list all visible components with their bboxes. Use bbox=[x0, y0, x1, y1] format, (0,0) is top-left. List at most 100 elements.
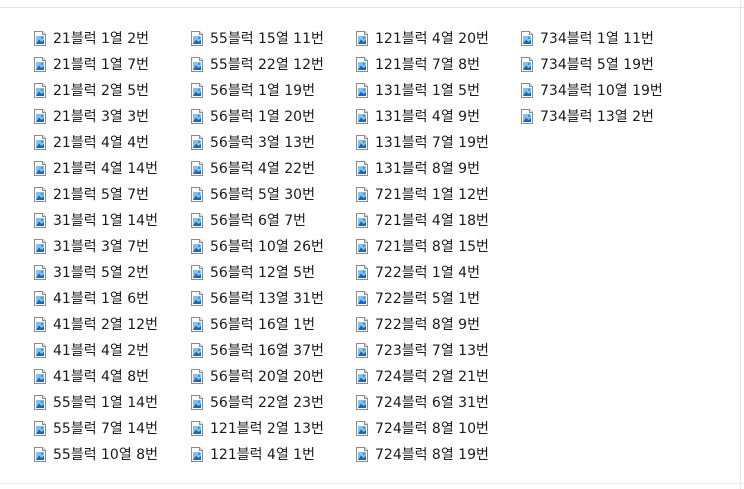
file-item[interactable]: 56블럭 3열 13번 bbox=[191, 129, 324, 155]
file-name: 724블럭 2열 21번 bbox=[375, 369, 489, 385]
file-item[interactable]: 31블럭 1열 14번 bbox=[34, 207, 158, 233]
file-list-view: 21블럭 1열 2번 21블럭 1열 7번 21블럭 2열 5번 21블럭 3열… bbox=[0, 0, 744, 489]
file-name: 56블럭 1열 19번 bbox=[210, 83, 315, 99]
file-item[interactable]: 734블럭 13열 2번 bbox=[521, 103, 663, 129]
file-name: 56블럭 1열 20번 bbox=[210, 109, 315, 125]
file-item[interactable]: 56블럭 4열 22번 bbox=[191, 155, 324, 181]
image-file-icon bbox=[191, 316, 203, 332]
image-file-icon bbox=[356, 212, 368, 228]
file-name: 131블럭 8열 9번 bbox=[375, 161, 480, 177]
file-name: 55블럭 1열 14번 bbox=[53, 395, 158, 411]
file-name: 131블럭 4열 9번 bbox=[375, 109, 480, 125]
file-item[interactable]: 724블럭 8열 10번 bbox=[356, 415, 489, 441]
file-name: 56블럭 16열 1번 bbox=[210, 317, 315, 333]
file-item[interactable]: 722블럭 8열 9번 bbox=[356, 311, 489, 337]
file-item[interactable]: 734블럭 10열 19번 bbox=[521, 77, 663, 103]
file-item[interactable]: 41블럭 1열 6번 bbox=[34, 285, 158, 311]
file-item[interactable]: 721블럭 4열 18번 bbox=[356, 207, 489, 233]
file-item[interactable]: 21블럭 5열 7번 bbox=[34, 181, 158, 207]
file-name: 56블럭 12열 5번 bbox=[210, 265, 315, 281]
file-name: 121블럭 7열 8번 bbox=[375, 57, 480, 73]
file-name: 56블럭 3열 13번 bbox=[210, 135, 315, 151]
file-item[interactable]: 21블럭 4열 4번 bbox=[34, 129, 158, 155]
image-file-icon bbox=[356, 316, 368, 332]
file-item[interactable]: 131블럭 4열 9번 bbox=[356, 103, 489, 129]
file-item[interactable]: 21블럭 3열 3번 bbox=[34, 103, 158, 129]
image-file-icon bbox=[34, 30, 46, 46]
file-item[interactable]: 56블럭 13열 31번 bbox=[191, 285, 324, 311]
file-item[interactable]: 55블럭 10열 8번 bbox=[34, 441, 158, 467]
file-name: 722블럭 1열 4번 bbox=[375, 265, 480, 281]
image-file-icon bbox=[356, 30, 368, 46]
file-name: 56블럭 20열 20번 bbox=[210, 369, 324, 385]
image-file-icon bbox=[191, 134, 203, 150]
file-name: 55블럭 7열 14번 bbox=[53, 421, 158, 437]
image-file-icon bbox=[191, 264, 203, 280]
image-file-icon bbox=[356, 108, 368, 124]
file-item[interactable]: 56블럭 22열 23번 bbox=[191, 389, 324, 415]
file-item[interactable]: 41블럭 4열 2번 bbox=[34, 337, 158, 363]
file-item[interactable]: 723블럭 7열 13번 bbox=[356, 337, 489, 363]
file-item[interactable]: 56블럭 16열 37번 bbox=[191, 337, 324, 363]
file-item[interactable]: 56블럭 12열 5번 bbox=[191, 259, 324, 285]
image-file-icon bbox=[356, 186, 368, 202]
file-item[interactable]: 31블럭 5열 2번 bbox=[34, 259, 158, 285]
image-file-icon bbox=[191, 160, 203, 176]
file-item[interactable]: 131블럭 8열 9번 bbox=[356, 155, 489, 181]
file-item[interactable]: 121블럭 7열 8번 bbox=[356, 51, 489, 77]
image-file-icon bbox=[356, 446, 368, 462]
image-file-icon bbox=[191, 82, 203, 98]
file-name: 31블럭 1열 14번 bbox=[53, 213, 158, 229]
file-item[interactable]: 724블럭 2열 21번 bbox=[356, 363, 489, 389]
file-name: 31블럭 5열 2번 bbox=[53, 265, 150, 281]
file-item[interactable]: 56블럭 1열 19번 bbox=[191, 77, 324, 103]
file-item[interactable]: 55블럭 15열 11번 bbox=[191, 25, 324, 51]
file-item[interactable]: 721블럭 1열 12번 bbox=[356, 181, 489, 207]
file-item[interactable]: 734블럭 5열 19번 bbox=[521, 51, 663, 77]
file-item[interactable]: 56블럭 6열 7번 bbox=[191, 207, 324, 233]
file-item[interactable]: 722블럭 1열 4번 bbox=[356, 259, 489, 285]
file-name: 21블럭 1열 7번 bbox=[53, 57, 150, 73]
image-file-icon bbox=[34, 238, 46, 254]
file-item[interactable]: 721블럭 8열 15번 bbox=[356, 233, 489, 259]
file-item[interactable]: 55블럭 1열 14번 bbox=[34, 389, 158, 415]
image-file-icon bbox=[521, 82, 533, 98]
file-item[interactable]: 131블럭 1열 5번 bbox=[356, 77, 489, 103]
file-name: 56블럭 4열 22번 bbox=[210, 161, 315, 177]
file-name: 722블럭 5열 1번 bbox=[375, 291, 480, 307]
image-file-icon bbox=[34, 186, 46, 202]
file-item[interactable]: 121블럭 2열 13번 bbox=[191, 415, 324, 441]
file-item[interactable]: 41블럭 4열 8번 bbox=[34, 363, 158, 389]
image-file-icon bbox=[34, 264, 46, 280]
file-item[interactable]: 56블럭 20열 20번 bbox=[191, 363, 324, 389]
file-item[interactable]: 21블럭 4열 14번 bbox=[34, 155, 158, 181]
file-item[interactable]: 734블럭 1열 11번 bbox=[521, 25, 663, 51]
file-name: 21블럭 1열 2번 bbox=[53, 31, 150, 47]
image-file-icon bbox=[356, 264, 368, 280]
file-name: 41블럭 4열 8번 bbox=[53, 369, 150, 385]
file-item[interactable]: 31블럭 3열 7번 bbox=[34, 233, 158, 259]
file-item[interactable]: 55블럭 7열 14번 bbox=[34, 415, 158, 441]
file-column-4: 734블럭 1열 11번 734블럭 5열 19번 734블럭 10열 19번 bbox=[521, 25, 663, 129]
file-item[interactable]: 41블럭 2열 12번 bbox=[34, 311, 158, 337]
file-item[interactable]: 21블럭 2열 5번 bbox=[34, 77, 158, 103]
file-item[interactable]: 21블럭 1열 2번 bbox=[34, 25, 158, 51]
file-item[interactable]: 56블럭 5열 30번 bbox=[191, 181, 324, 207]
file-item[interactable]: 56블럭 1열 20번 bbox=[191, 103, 324, 129]
file-item[interactable]: 724블럭 8열 19번 bbox=[356, 441, 489, 467]
file-item[interactable]: 55블럭 22열 12번 bbox=[191, 51, 324, 77]
file-name: 55블럭 15열 11번 bbox=[210, 31, 324, 47]
file-name: 41블럭 2열 12번 bbox=[53, 317, 158, 333]
file-item[interactable]: 121블럭 4열 1번 bbox=[191, 441, 324, 467]
file-item[interactable]: 21블럭 1열 7번 bbox=[34, 51, 158, 77]
file-item[interactable]: 56블럭 10열 26번 bbox=[191, 233, 324, 259]
image-file-icon bbox=[356, 290, 368, 306]
file-item[interactable]: 56블럭 16열 1번 bbox=[191, 311, 324, 337]
file-name: 724블럭 8열 19번 bbox=[375, 447, 489, 463]
file-name: 721블럭 1열 12번 bbox=[375, 187, 489, 203]
file-item[interactable]: 121블럭 4열 20번 bbox=[356, 25, 489, 51]
file-item[interactable]: 724블럭 6열 31번 bbox=[356, 389, 489, 415]
file-item[interactable]: 722블럭 5열 1번 bbox=[356, 285, 489, 311]
image-file-icon bbox=[34, 420, 46, 436]
file-item[interactable]: 131블럭 7열 19번 bbox=[356, 129, 489, 155]
